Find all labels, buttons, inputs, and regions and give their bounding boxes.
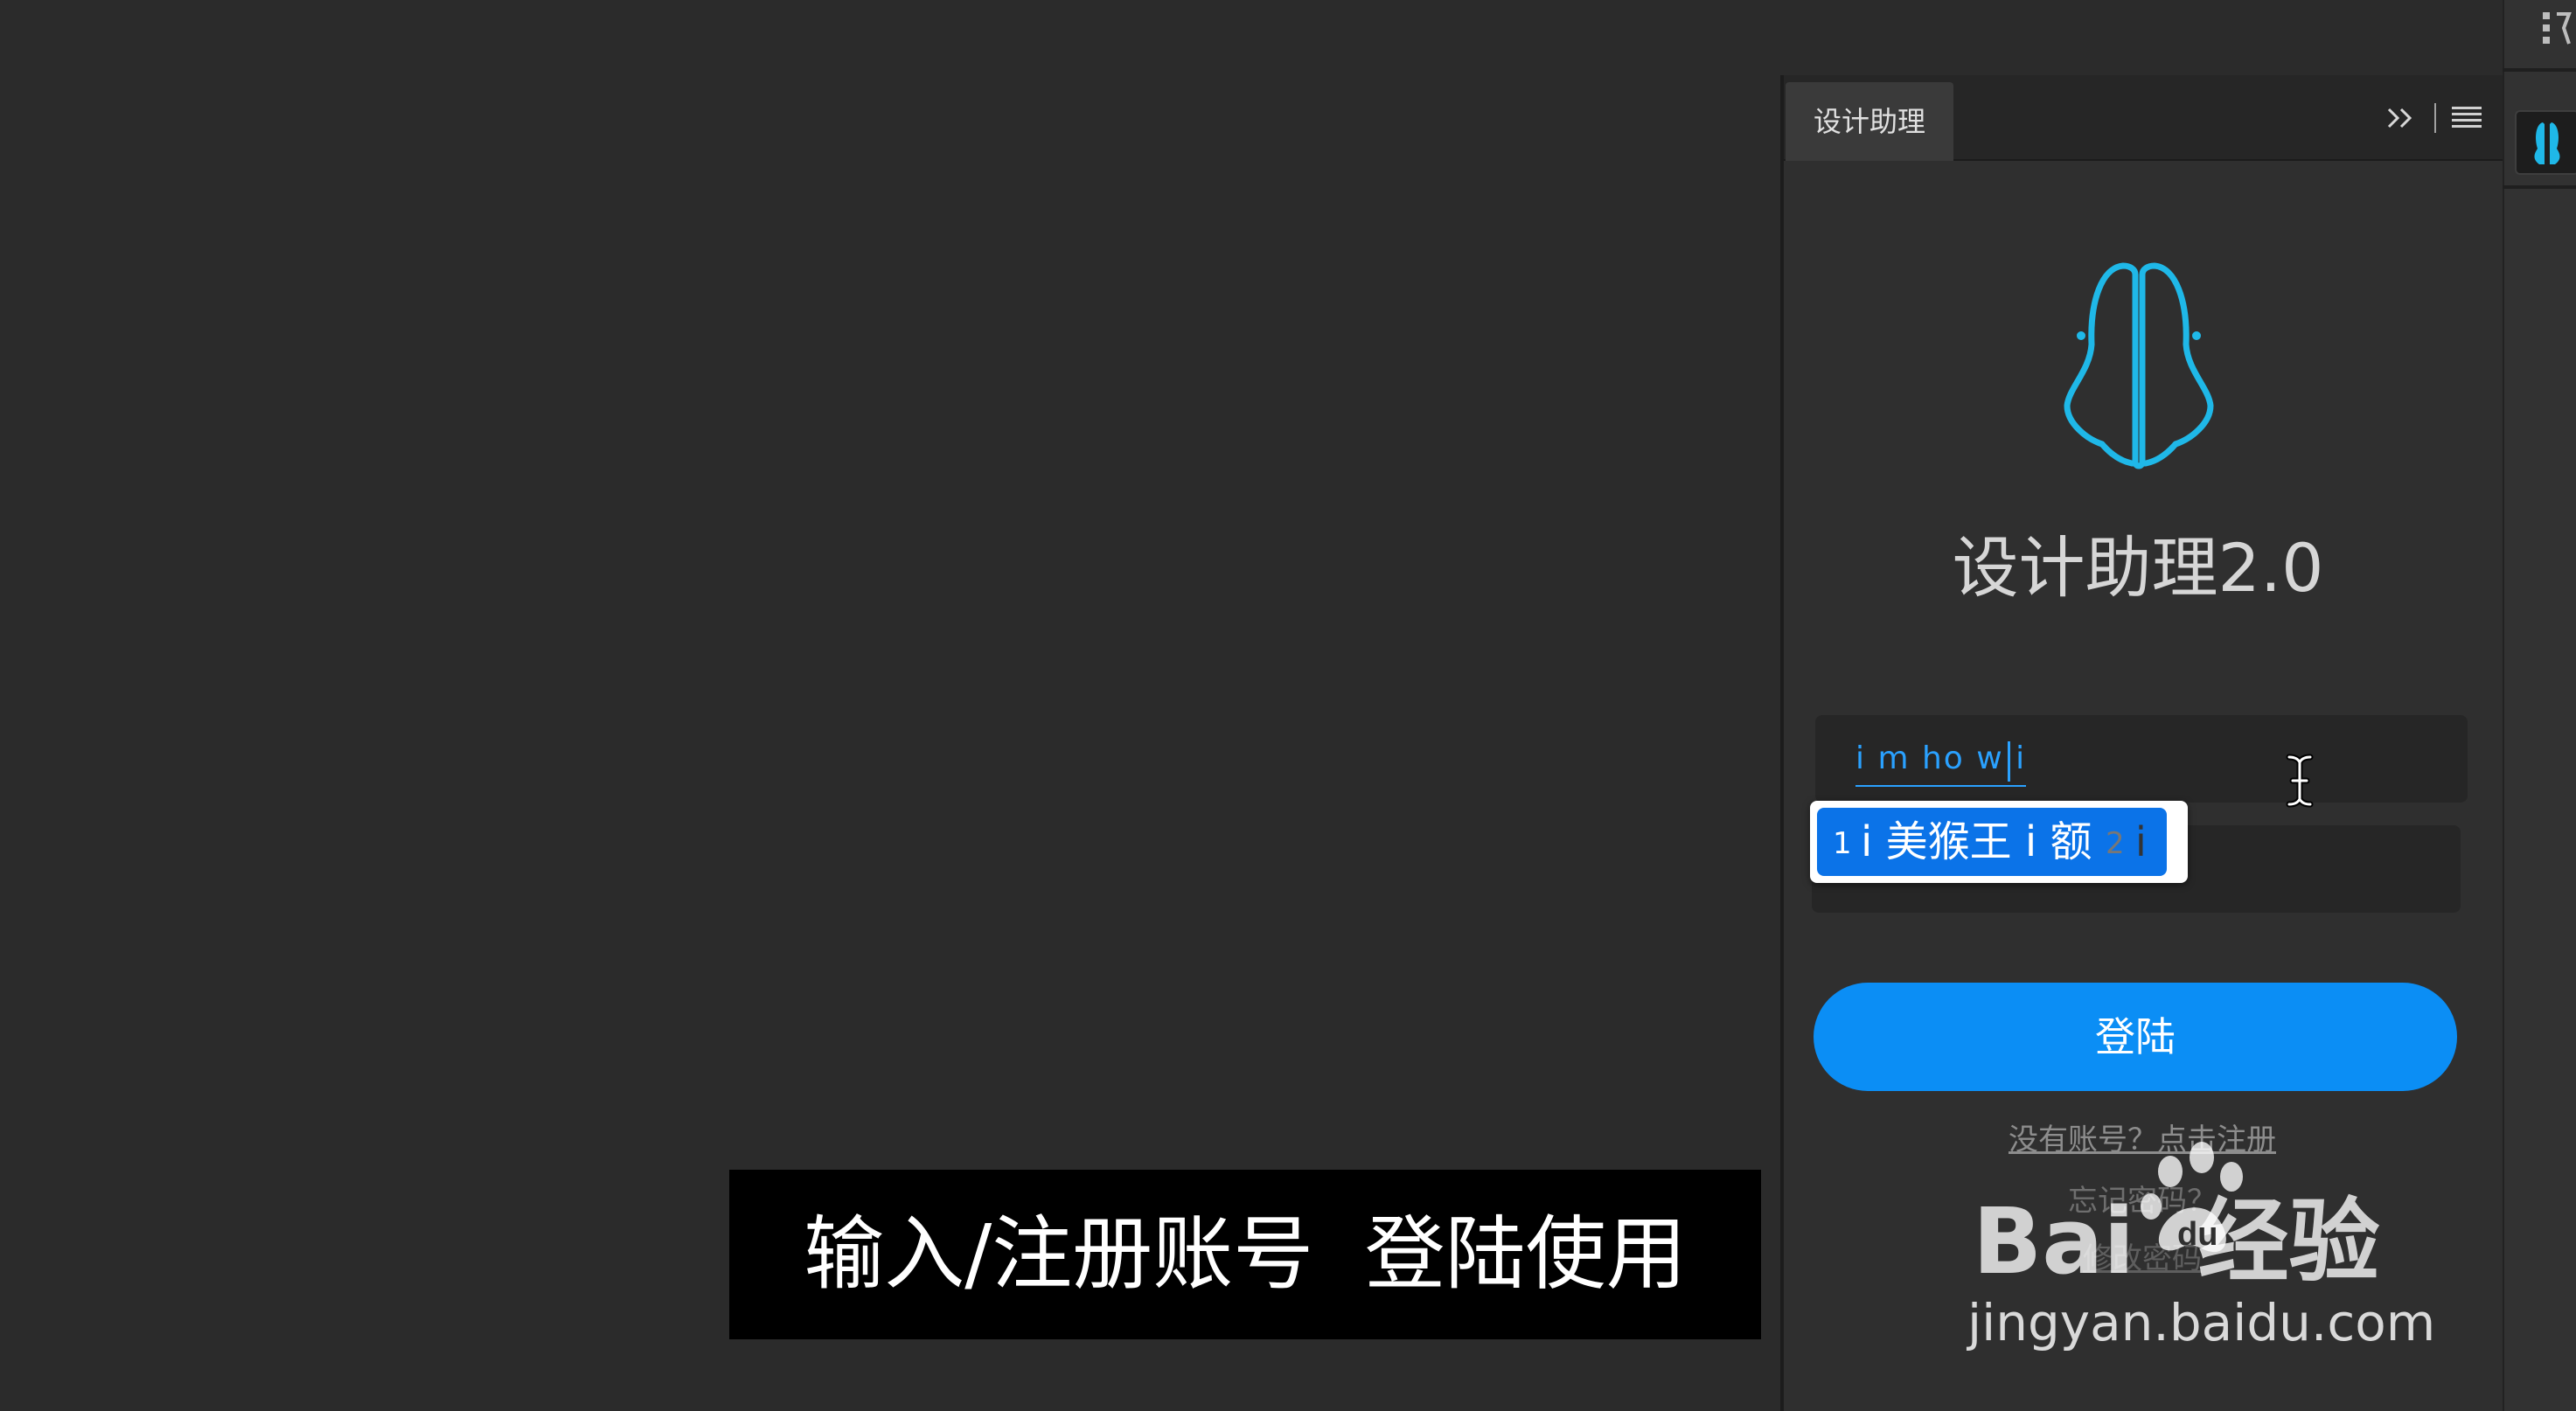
subtitle-text: 输入/注册账号 登陆使用	[804, 1207, 1687, 1301]
text-caret	[2008, 741, 2010, 782]
ime-candidate-text: i 美猴王 i 额	[1861, 817, 2092, 866]
dock-app-button[interactable]	[2515, 110, 2576, 175]
ime-candidate-text: i	[2135, 818, 2147, 865]
ime-candidate-popup: 1 i 美猴王 i 额 2 i	[1810, 801, 2188, 883]
login-button[interactable]: 登陆	[1814, 983, 2457, 1091]
ime-candidate[interactable]: 2 i	[2095, 808, 2183, 876]
ibeam-cursor-icon	[2284, 754, 2315, 808]
panel-arrange-icon[interactable]	[2539, 5, 2576, 54]
username-field[interactable]: i m ho w i	[1815, 715, 2468, 803]
baidu-jingyan-watermark: Bai 经验 du jingyan.baidu.com	[1967, 1136, 2462, 1364]
dock-separator	[2503, 68, 2576, 72]
panel-tab[interactable]: 设计助理	[1786, 82, 1953, 161]
watermark-url: jingyan.baidu.com	[1967, 1293, 2436, 1352]
dock-separator	[2503, 185, 2576, 189]
app-logo-icon	[2051, 248, 2226, 476]
app-logo-icon	[2534, 122, 2560, 164]
panel-header: 设计助理	[1784, 75, 2503, 161]
screen: 设计助理 设计助理2.0 i m ho w i 1 i 美猴王 i 额 2 i …	[0, 0, 2576, 1411]
double-chevron-right-icon[interactable]	[2378, 96, 2422, 140]
ime-candidate-index: 2	[2106, 826, 2125, 861]
svg-text:du: du	[2177, 1216, 2217, 1253]
paw-icon: du	[2135, 1136, 2258, 1268]
subtitle-caption: 输入/注册账号 登陆使用	[729, 1170, 1761, 1339]
dock-strip	[2503, 0, 2576, 1411]
app-title: 设计助理2.0	[1952, 529, 2324, 607]
header-divider	[2434, 103, 2436, 133]
hamburger-menu-icon[interactable]	[2452, 101, 2483, 133]
ime-candidate-index: 1	[1833, 826, 1852, 861]
username-input-value: i m ho w i	[1855, 733, 2027, 787]
